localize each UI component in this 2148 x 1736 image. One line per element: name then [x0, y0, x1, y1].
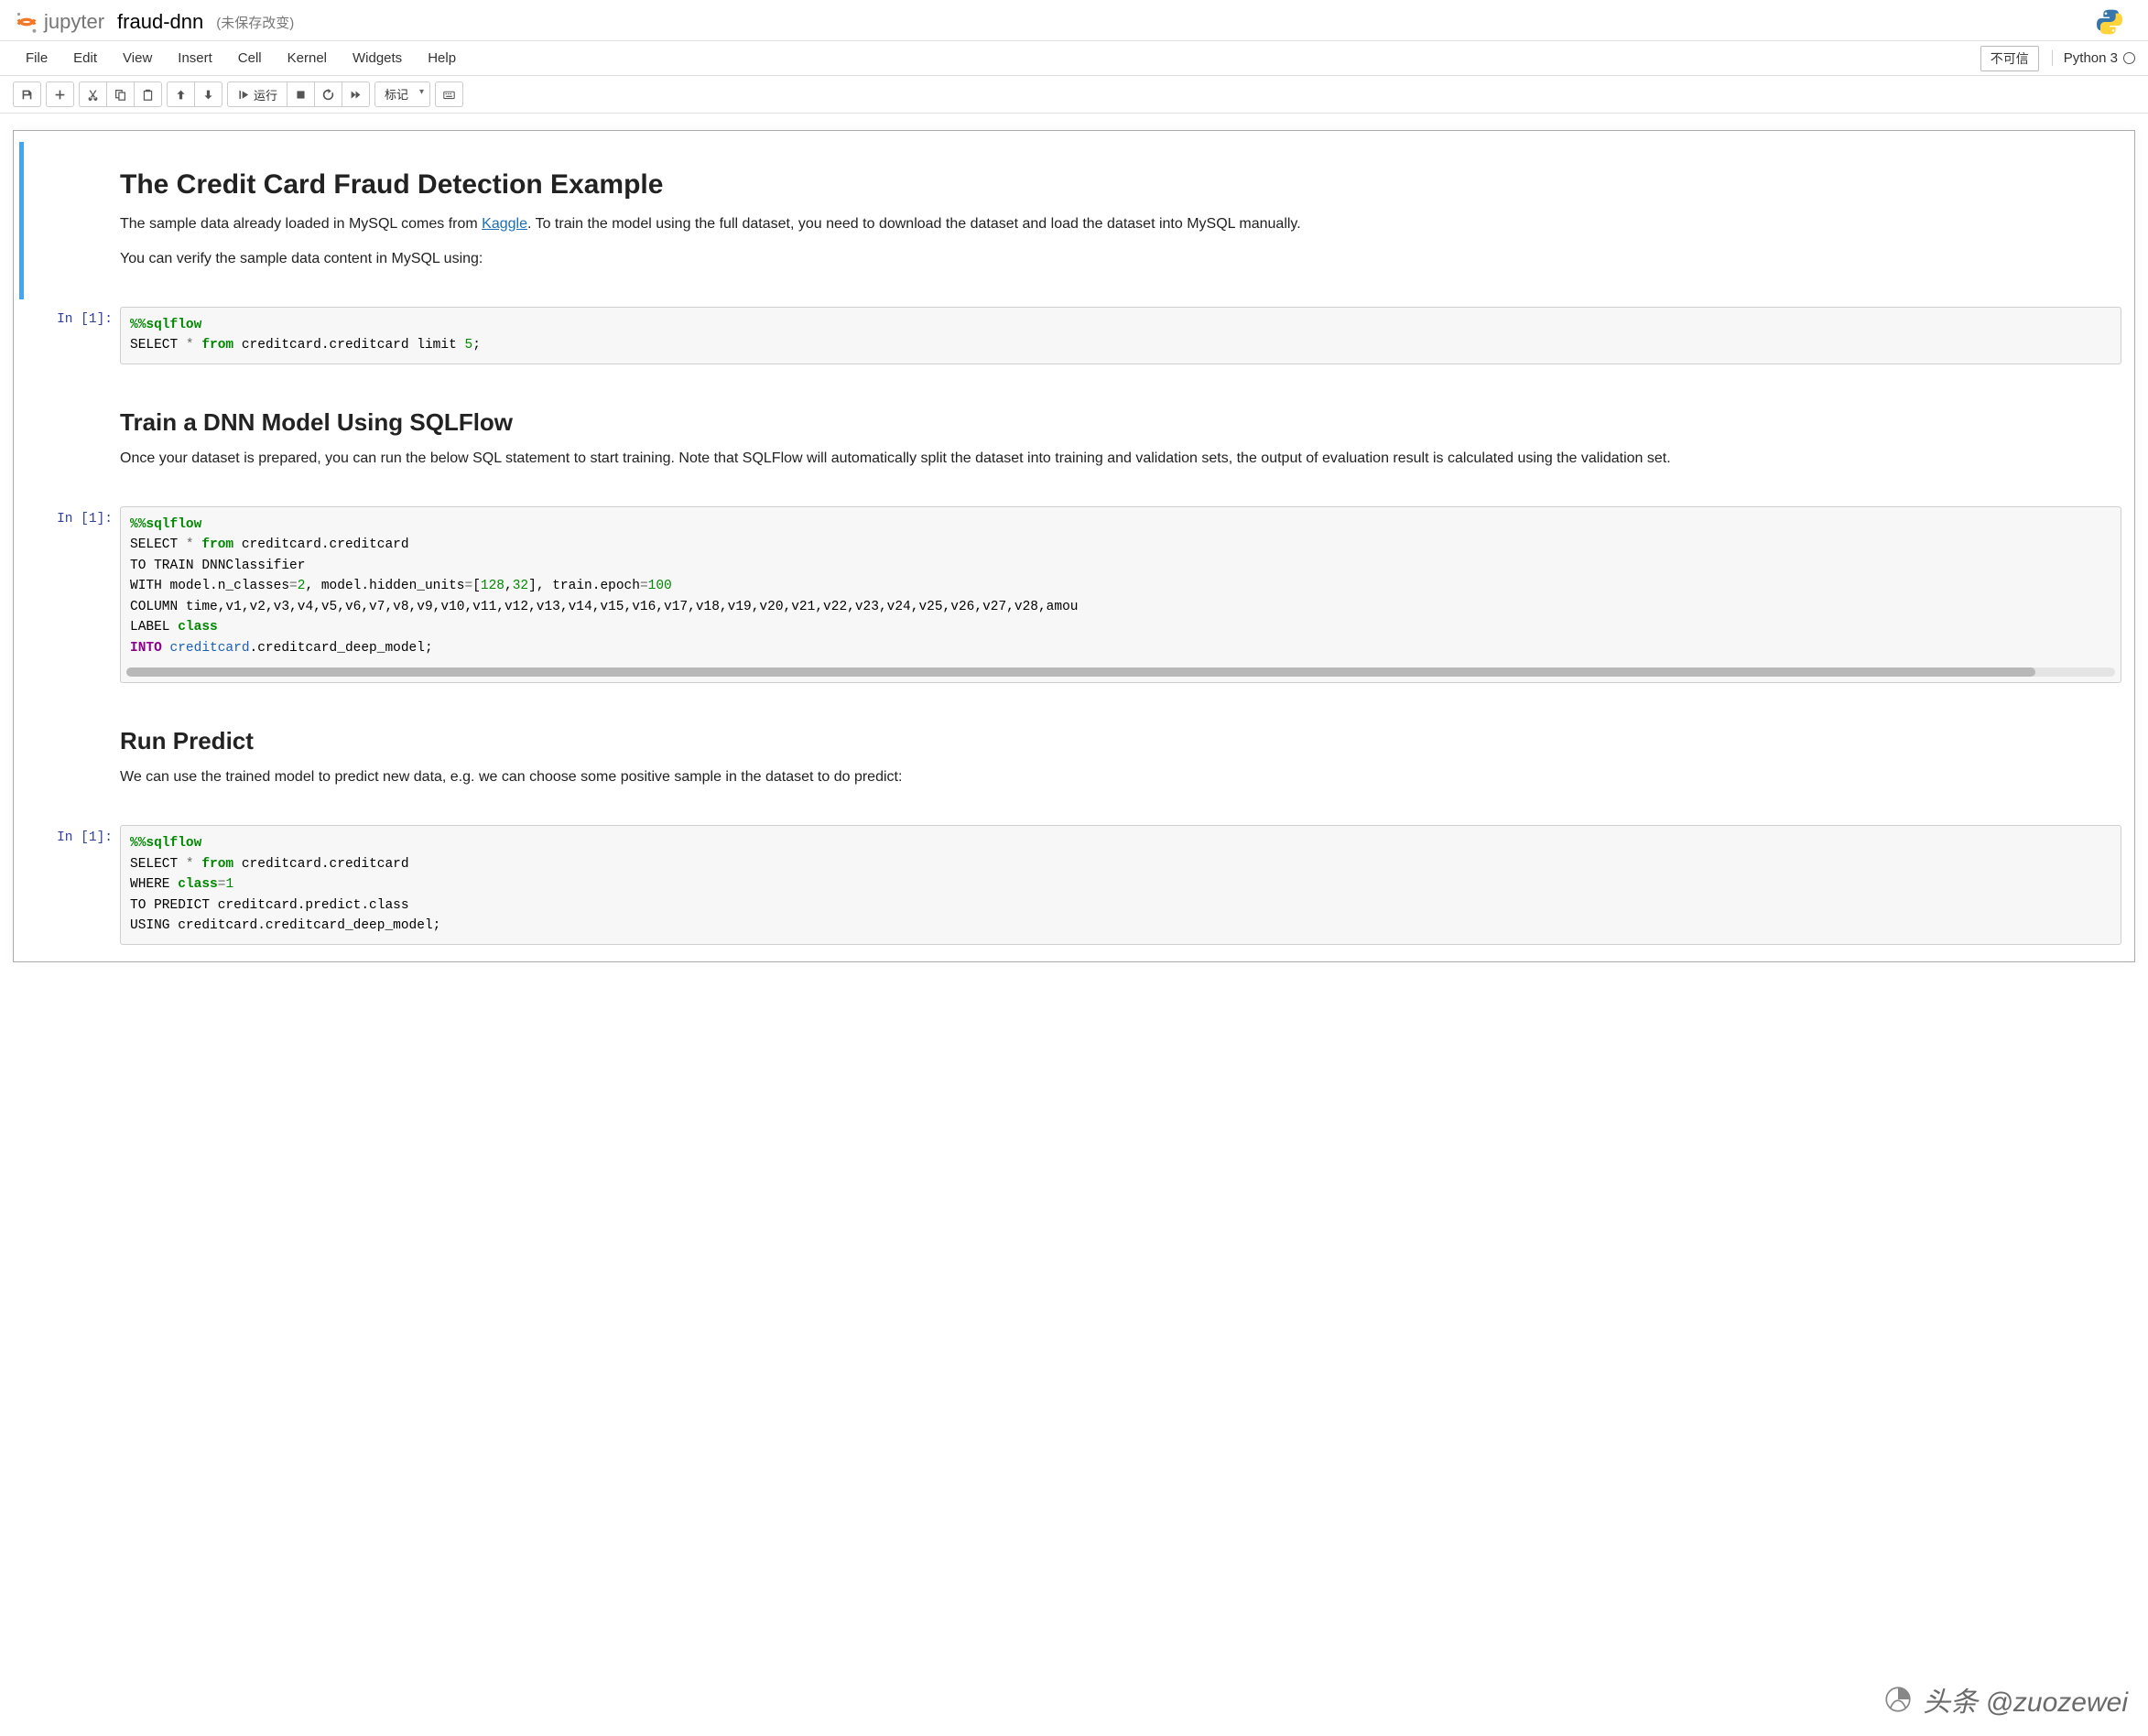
- heading-2: Run Predict: [120, 727, 2123, 755]
- watermark-icon: [1882, 1684, 1914, 1715]
- menubar: File Edit View Insert Cell Kernel Widget…: [0, 41, 2148, 76]
- paragraph: Once your dataset is prepared, you can r…: [120, 448, 2123, 470]
- paragraph: The sample data already loaded in MySQL …: [120, 213, 2123, 235]
- trusted-indicator[interactable]: 不可信: [1980, 46, 2039, 71]
- code-input[interactable]: %%sqlflow SELECT * from creditcard.credi…: [120, 506, 2121, 683]
- jupyter-logo[interactable]: jupyter: [15, 10, 104, 34]
- menu-view[interactable]: View: [110, 43, 165, 73]
- cell-prompt: [24, 147, 120, 294]
- menu-widgets[interactable]: Widgets: [340, 43, 415, 73]
- save-icon: [21, 89, 33, 101]
- cell-prompt: [19, 696, 120, 812]
- fast-forward-button[interactable]: [342, 81, 370, 107]
- cut-button[interactable]: [79, 81, 106, 107]
- restart-button[interactable]: [314, 81, 342, 107]
- heading-2: Train a DNN Model Using SQLFlow: [120, 408, 2123, 437]
- menu-insert[interactable]: Insert: [165, 43, 225, 73]
- interrupt-button[interactable]: [287, 81, 314, 107]
- kernel-name[interactable]: Python 3: [2052, 50, 2118, 66]
- cell-prompt: In [1]:: [19, 825, 120, 944]
- scrollbar-thumb[interactable]: [126, 667, 2035, 677]
- kernel-status-icon: [2123, 52, 2135, 64]
- heading-1: The Credit Card Fraud Detection Example: [120, 169, 2123, 201]
- paragraph: You can verify the sample data content i…: [120, 248, 2123, 270]
- restart-icon: [322, 89, 334, 101]
- cell-prompt: In [1]:: [19, 506, 120, 683]
- code-input[interactable]: %%sqlflow SELECT * from creditcard.credi…: [120, 307, 2121, 364]
- run-label: 运行: [254, 86, 277, 103]
- code-cell[interactable]: In [1]: %%sqlflow SELECT * from creditca…: [19, 301, 2129, 370]
- paragraph: We can use the trained model to predict …: [120, 766, 2123, 788]
- arrow-down-icon: [202, 89, 214, 101]
- menu-help[interactable]: Help: [415, 43, 469, 73]
- toolbar: 运行 标记: [0, 76, 2148, 114]
- markdown-cell[interactable]: The Credit Card Fraud Detection Example …: [19, 142, 2129, 299]
- move-down-button[interactable]: [194, 81, 222, 107]
- notebook[interactable]: The Credit Card Fraud Detection Example …: [13, 130, 2135, 962]
- copy-icon: [114, 89, 126, 101]
- menu-edit[interactable]: Edit: [60, 43, 110, 73]
- cell-prompt: [19, 377, 120, 494]
- horizontal-scrollbar[interactable]: [126, 667, 2115, 677]
- cut-icon: [87, 89, 99, 101]
- paste-button[interactable]: [134, 81, 162, 107]
- keyboard-icon: [443, 89, 455, 101]
- watermark: 头条 @zuozewei: [1882, 1679, 2128, 1720]
- run-group: 运行: [227, 81, 370, 107]
- move-group: [167, 81, 222, 107]
- edit-group: [79, 81, 162, 107]
- add-cell-button[interactable]: [46, 81, 74, 107]
- jupyter-icon: [15, 10, 38, 34]
- move-up-button[interactable]: [167, 81, 194, 107]
- cell-body: The Credit Card Fraud Detection Example …: [120, 147, 2129, 294]
- run-icon: [237, 89, 249, 101]
- code-input[interactable]: %%sqlflow SELECT * from creditcard.credi…: [120, 825, 2121, 944]
- plus-icon: [54, 89, 66, 101]
- arrow-up-icon: [175, 89, 187, 101]
- markdown-cell[interactable]: Run Predict We can use the trained model…: [19, 690, 2129, 818]
- cell-type-select[interactable]: 标记: [374, 81, 430, 107]
- save-button[interactable]: [13, 81, 41, 107]
- kaggle-link[interactable]: Kaggle: [482, 216, 527, 232]
- notebook-container: The Credit Card Fraud Detection Example …: [0, 114, 2148, 979]
- cell-prompt: In [1]:: [19, 307, 120, 364]
- save-status: (未保存改变): [216, 13, 294, 32]
- fast-forward-icon: [350, 89, 362, 101]
- stop-icon: [295, 89, 307, 101]
- copy-button[interactable]: [106, 81, 134, 107]
- python-icon: [2095, 7, 2124, 37]
- menu-cell[interactable]: Cell: [225, 43, 275, 73]
- watermark-text: 头条 @zuozewei: [1923, 1679, 2128, 1720]
- command-palette-button[interactable]: [435, 81, 463, 107]
- menu-kernel[interactable]: Kernel: [275, 43, 340, 73]
- paste-icon: [142, 89, 154, 101]
- code-cell[interactable]: In [1]: %%sqlflow SELECT * from creditca…: [19, 501, 2129, 689]
- header: jupyter fraud-dnn (未保存改变): [0, 0, 2148, 41]
- code-cell[interactable]: In [1]: %%sqlflow SELECT * from creditca…: [19, 819, 2129, 949]
- markdown-cell[interactable]: Train a DNN Model Using SQLFlow Once you…: [19, 372, 2129, 499]
- menu-file[interactable]: File: [13, 43, 60, 73]
- notebook-name[interactable]: fraud-dnn: [117, 10, 203, 34]
- run-button[interactable]: 运行: [227, 81, 287, 107]
- jupyter-label: jupyter: [44, 10, 104, 34]
